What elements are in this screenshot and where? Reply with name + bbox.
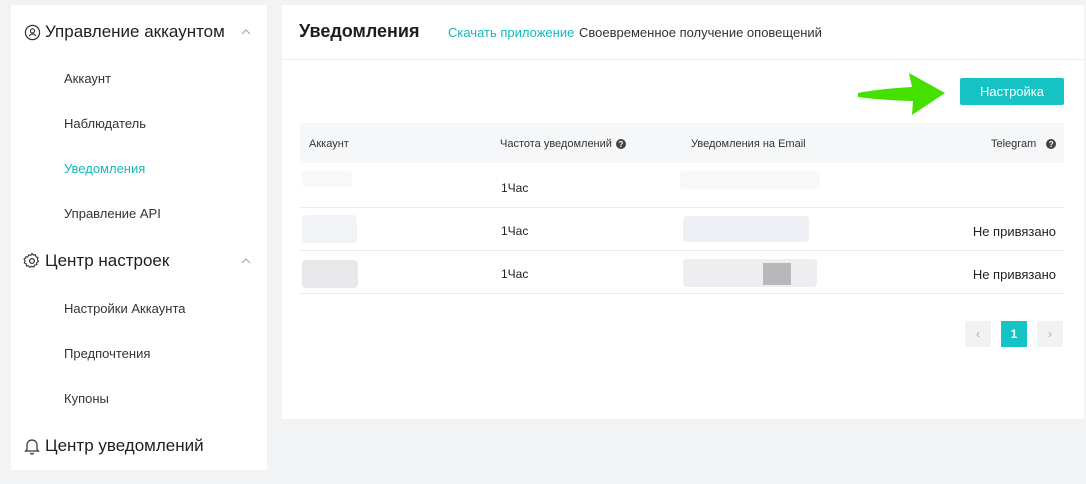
redacted-account	[302, 215, 357, 243]
settings-button[interactable]: Настройка	[960, 78, 1064, 105]
column-header-label: Уведомления на Email	[691, 138, 806, 150]
frequency-cell: 1Час	[501, 224, 529, 238]
sidebar-group-label: Управление аккаунтом	[45, 22, 225, 41]
column-header-label: Telegram	[991, 138, 1037, 150]
sidebar: Управление аккаунтом Аккаунт Наблюдатель…	[11, 5, 267, 470]
sidebar-item-coupons[interactable]: Купоны	[64, 391, 109, 406]
sidebar-item-observer[interactable]: Наблюдатель	[64, 116, 146, 131]
sidebar-group-settings-center[interactable]: Центр настроек	[23, 251, 251, 271]
sidebar-item-account-settings[interactable]: Настройки Аккаунта	[64, 301, 186, 316]
telegram-cell: Не привязано	[972, 224, 1056, 239]
redacted-email	[683, 259, 817, 287]
frequency-cell: 1Час	[501, 181, 529, 195]
column-header-label: Частота уведомлений	[500, 138, 612, 150]
bell-icon	[23, 437, 41, 455]
table-row: 1Час Не привязано	[300, 251, 1064, 294]
redacted-account	[302, 260, 358, 288]
redacted-email-fragment	[763, 263, 791, 285]
sidebar-group-label: Центр настроек	[45, 251, 170, 270]
sidebar-item-api-management[interactable]: Управление API	[64, 206, 161, 221]
column-header-account: Аккаунт	[309, 138, 349, 150]
panel-header: Уведомления Скачать приложение Своевреме…	[282, 5, 1084, 60]
pagination-page-1[interactable]: 1	[1001, 321, 1027, 347]
column-header-frequency: Частота уведомлений ?	[500, 138, 626, 150]
telegram-cell: Не привязано	[972, 267, 1056, 282]
sidebar-group-label: Центр уведомлений	[45, 436, 204, 455]
column-header-email: Уведомления на Email	[691, 138, 806, 150]
sidebar-group-account-management[interactable]: Управление аккаунтом	[23, 22, 251, 42]
sidebar-item-account[interactable]: Аккаунт	[64, 71, 111, 86]
redacted-email	[680, 171, 820, 189]
help-icon[interactable]: ?	[1046, 139, 1057, 149]
pagination-next-button[interactable]: ›	[1037, 321, 1063, 347]
redacted-account	[302, 171, 352, 187]
download-app-link[interactable]: Скачать приложение	[448, 25, 574, 40]
sidebar-item-notifications[interactable]: Уведомления	[64, 161, 145, 176]
frequency-cell: 1Час	[501, 267, 529, 281]
help-icon[interactable]: ?	[615, 139, 626, 149]
notifications-panel: Уведомления Скачать приложение Своевреме…	[282, 5, 1084, 419]
table-row: 1Час Не привязано	[300, 208, 1064, 251]
account-circle-icon	[23, 23, 41, 41]
sidebar-group-notification-center[interactable]: Центр уведомлений	[23, 436, 204, 456]
chevron-up-icon[interactable]	[241, 26, 251, 38]
sidebar-item-preferences[interactable]: Предпочтения	[64, 346, 150, 361]
table-header: Аккаунт Частота уведомлений ? Уведомлени…	[300, 123, 1064, 163]
table-row: 1Час	[300, 165, 1064, 208]
pagination-prev-button[interactable]: ‹	[965, 321, 991, 347]
column-header-label: Аккаунт	[309, 138, 349, 150]
chevron-up-icon[interactable]	[241, 255, 251, 267]
column-header-telegram: Telegram ?	[991, 138, 1057, 150]
download-app-description: Своевременное получение оповещений	[579, 25, 822, 40]
green-arrow-icon	[858, 73, 945, 115]
redacted-email	[683, 216, 809, 242]
page-title: Уведомления	[299, 21, 420, 41]
gear-icon	[23, 252, 41, 270]
